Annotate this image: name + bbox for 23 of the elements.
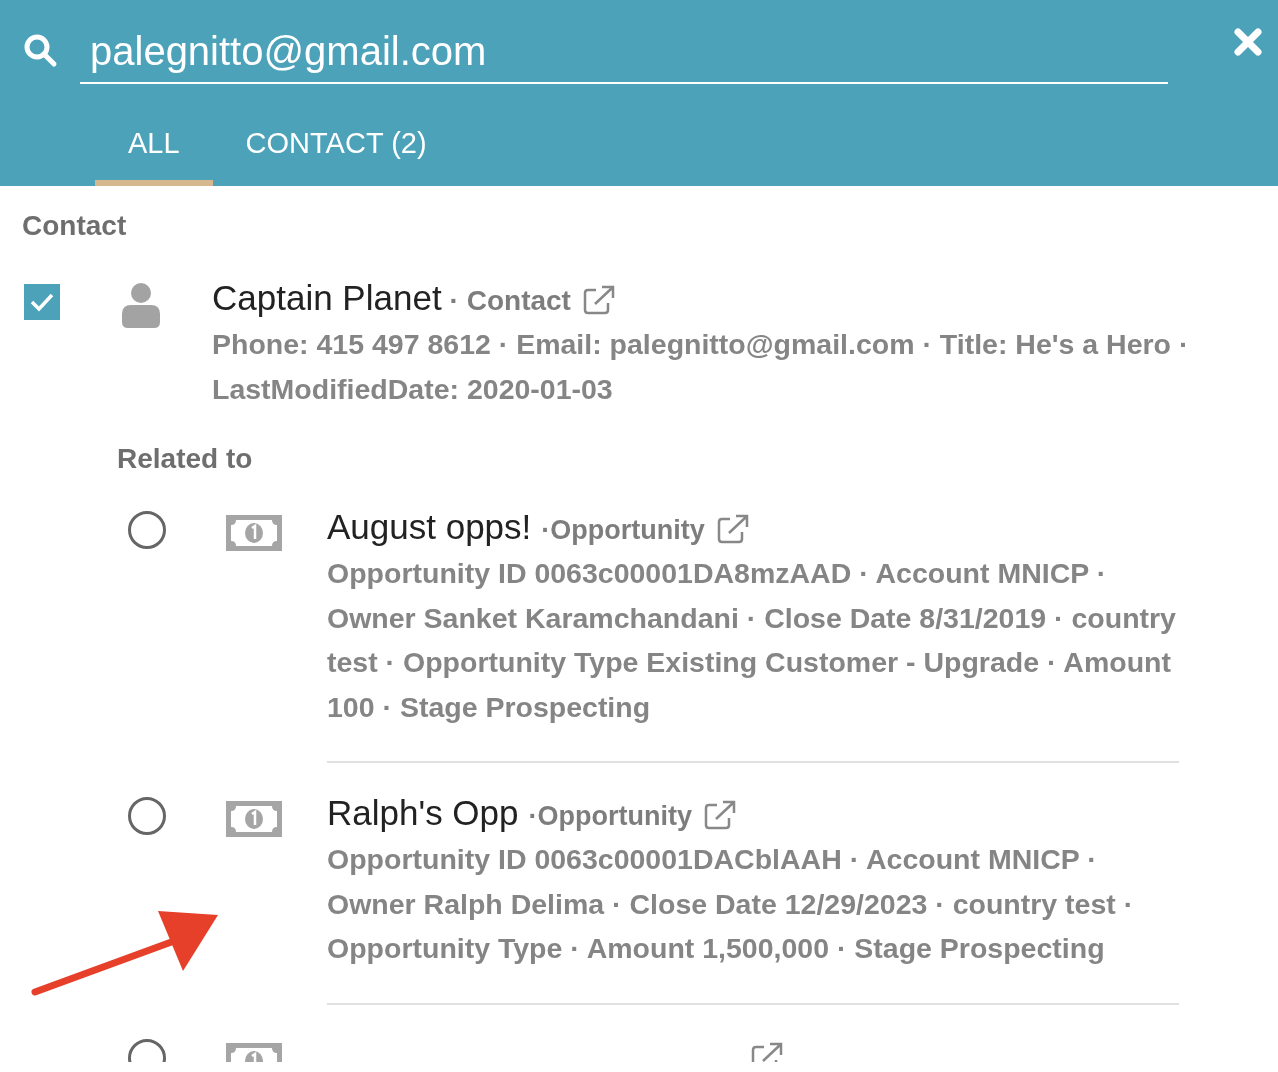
related-label: Related to xyxy=(117,442,254,476)
radio-button[interactable] xyxy=(128,797,166,835)
contact-name[interactable]: Captain Planet xyxy=(212,278,442,318)
radio-button[interactable] xyxy=(128,511,166,549)
search-icon xyxy=(22,32,58,68)
external-link-icon[interactable] xyxy=(582,285,615,315)
opportunity-details: Opportunity ID 0063c00001DA8mzAAD · Account MNICP · Owner Sanket Karamchandani · Close Date 8/31/2019 · country test · Opportunity Type Existing Customer - Upgrade · Amount 100 · Stage Prospecting xyxy=(327,556,1177,725)
external-link-icon[interactable] xyxy=(704,800,736,830)
external-link-icon[interactable] xyxy=(751,1041,783,1062)
close-icon[interactable] xyxy=(1234,28,1262,56)
banknote-icon xyxy=(226,515,282,551)
opportunity-details: Opportunity ID 0063c00001DACblAAH · Account MNICP · Owner Ralph Delima · Close Date 12/29/2023 · country test · Opportunity Type · Amount 1,500,000 · Stage Prospecting xyxy=(327,842,1135,966)
record-type: ·Opportunity xyxy=(528,801,692,832)
opportunity-name[interactable]: Ralph's Opp xyxy=(327,793,519,833)
record-type: ·Opportunity xyxy=(541,515,705,546)
section-title: Contact xyxy=(22,209,128,243)
checkbox[interactable] xyxy=(24,284,60,320)
contact-details: Phone: 415 497 8612 · Email: palegnitto@gmail.com · Title: He's a Hero · LastModifiedDate: 2020-01-03 xyxy=(212,327,1190,407)
external-link-icon[interactable] xyxy=(716,514,749,544)
record-type: · Contact xyxy=(449,285,571,317)
banknote-icon xyxy=(226,801,282,837)
person-icon xyxy=(122,282,160,328)
opportunity-name[interactable]: August opps! xyxy=(327,507,532,547)
